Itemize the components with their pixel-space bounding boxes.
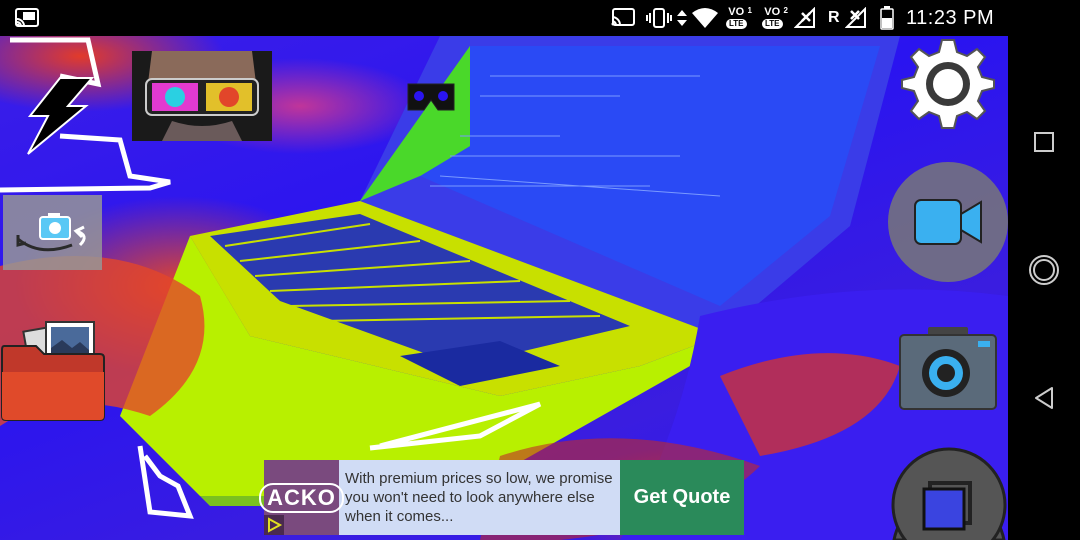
- record-video-button[interactable]: [888, 162, 1008, 282]
- clock: 11:23 PM: [906, 6, 995, 29]
- ad-cta-button[interactable]: Get Quote: [620, 460, 744, 535]
- navigation-bar: [1008, 36, 1080, 540]
- adchoices-icon[interactable]: [264, 515, 284, 535]
- data-arrows-icon: [676, 0, 688, 36]
- effect-thumbnail-icon: [132, 51, 272, 141]
- ad-banner[interactable]: ACKO With premium prices so low, we prom…: [259, 460, 744, 535]
- switch-camera-button[interactable]: [3, 195, 102, 270]
- cast-icon: [14, 0, 40, 36]
- settings-gear-icon: [901, 39, 995, 129]
- signal-roaming-no-service-icon: [845, 0, 869, 36]
- flash-button[interactable]: [8, 44, 104, 156]
- sim1-volte-badge: VO LTE 1: [726, 0, 752, 36]
- ad-logo[interactable]: ACKO: [259, 460, 344, 535]
- mode-switch-button[interactable]: [890, 445, 1008, 540]
- home-button[interactable]: [1008, 234, 1080, 306]
- effect-thumbnail[interactable]: [132, 51, 272, 141]
- ad-body-text[interactable]: With premium prices so low, we promise y…: [339, 460, 620, 535]
- video-camera-icon: [914, 199, 982, 245]
- home-circle-icon: [1029, 255, 1059, 285]
- recents-square-icon: [1034, 132, 1054, 152]
- take-photo-button[interactable]: [898, 325, 998, 415]
- vr-mode-button[interactable]: [404, 80, 458, 114]
- recents-button[interactable]: [1008, 106, 1080, 178]
- flash-icon: [27, 77, 95, 155]
- back-triangle-icon: [1035, 387, 1053, 409]
- vibrate-icon: [646, 0, 672, 36]
- photo-camera-icon: [899, 327, 997, 410]
- sim2-volte-badge: VO LTE 2: [762, 0, 788, 36]
- gallery-folder-icon: [0, 321, 105, 421]
- gallery-button[interactable]: [0, 318, 106, 424]
- back-button[interactable]: [1008, 362, 1080, 434]
- square-mode-icon: [891, 447, 1007, 540]
- switch-camera-icon: [16, 212, 86, 251]
- wifi-icon: [691, 0, 719, 36]
- settings-button[interactable]: [900, 36, 996, 132]
- signal-no-service-icon: [794, 0, 818, 36]
- battery-icon: [880, 0, 894, 36]
- roaming-indicator: R: [828, 9, 840, 26]
- vr-headset-icon: [407, 83, 455, 111]
- cast-icon-screen: [610, 0, 636, 36]
- ad-logo-text: ACKO: [259, 482, 344, 513]
- status-bar: VO LTE 1 VO LTE 2 R 11:23 PM: [0, 0, 1080, 36]
